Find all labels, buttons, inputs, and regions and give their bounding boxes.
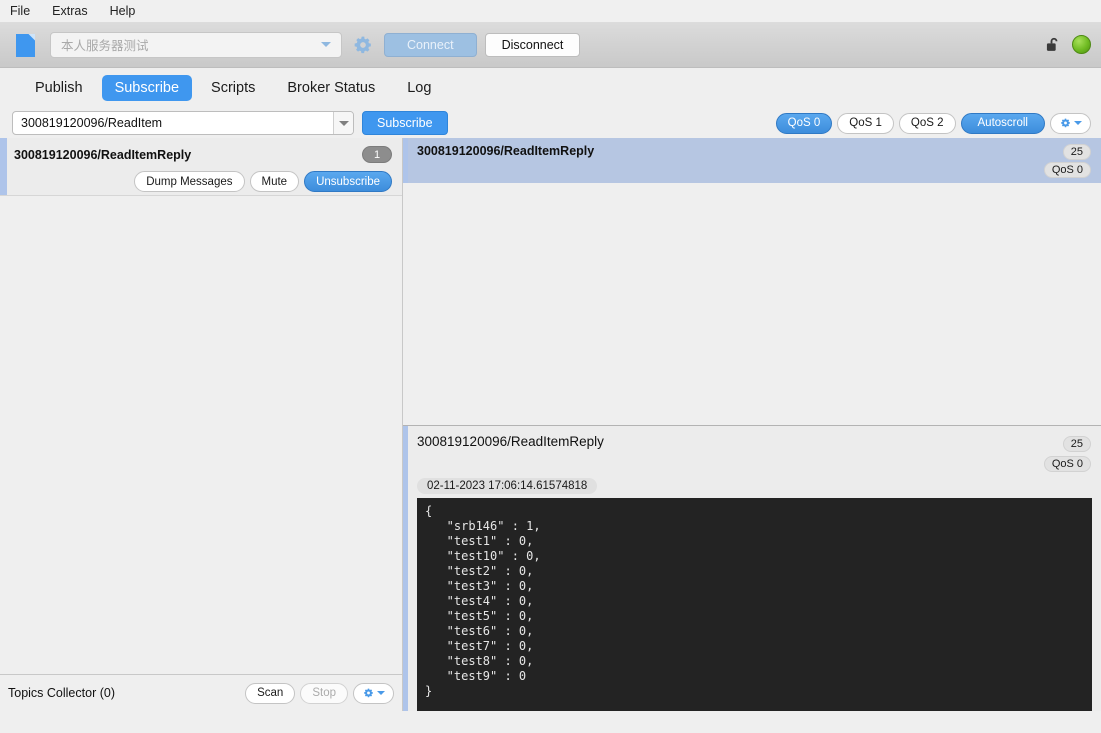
subscription-message-count: 1: [362, 146, 392, 163]
message-qos-badge: QoS 0: [1043, 456, 1091, 472]
main-tab-bar: Publish Subscribe Scripts Broker Status …: [0, 68, 1101, 108]
menu-item-help[interactable]: Help: [110, 4, 136, 18]
tab-broker-status[interactable]: Broker Status: [274, 75, 388, 101]
topics-collector-options-button[interactable]: [353, 682, 394, 704]
connected-status-dot: [1072, 35, 1091, 54]
message-payload-viewer[interactable]: { "srb146" : 1, "test1" : 0, "test10" : …: [417, 498, 1092, 711]
chevron-down-icon: [338, 120, 349, 126]
messages-pane: 300819120096/ReadItemReply 25 QoS 0 3008…: [403, 138, 1101, 711]
broker-profile-combobox[interactable]: 本人服务器测试: [50, 31, 342, 58]
topics-collector-bar: Topics Collector (0) Scan Stop: [0, 674, 402, 711]
broker-profile-value: 本人服务器测试: [61, 39, 149, 53]
subscribe-button[interactable]: Subscribe: [362, 111, 448, 135]
new-file-icon[interactable]: [14, 32, 36, 58]
message-list[interactable]: 300819120096/ReadItemReply 25 QoS 0: [403, 138, 1101, 426]
subscribe-workspace: 300819120096/ReadItemReply 1 Dump Messag…: [0, 138, 1101, 711]
chevron-down-icon: [1074, 121, 1082, 125]
message-list-row[interactable]: 300819120096/ReadItemReply 25 QoS 0: [403, 138, 1101, 183]
connection-toolbar: 本人服务器测试 Connect Disconnect: [0, 22, 1101, 68]
stop-button: Stop: [300, 682, 348, 704]
qos-1-button[interactable]: QoS 1: [837, 112, 894, 134]
message-size-badge: 25: [1062, 436, 1091, 452]
subscribe-options-button[interactable]: [1050, 112, 1091, 134]
subscription-topic: 300819120096/ReadItemReply: [14, 147, 192, 162]
qos-2-button[interactable]: QoS 2: [898, 112, 956, 134]
subscribe-options-group: QoS 0 QoS 1 QoS 2 Autoscroll: [775, 108, 1091, 138]
message-detail-header: 300819120096/ReadItemReply 25 QoS 0: [403, 426, 1101, 478]
chevron-down-icon[interactable]: [321, 42, 331, 47]
message-qos-badge: QoS 0: [1043, 162, 1091, 178]
gear-icon[interactable]: [353, 35, 373, 55]
topic-history-dropdown[interactable]: [333, 112, 353, 134]
connection-status-group: [1044, 22, 1091, 67]
scan-button[interactable]: Scan: [245, 682, 296, 704]
dump-messages-button[interactable]: Dump Messages: [134, 171, 245, 192]
connect-button[interactable]: Connect: [384, 32, 477, 57]
topics-collector-title: Topics Collector (0): [8, 686, 115, 700]
tab-publish[interactable]: Publish: [22, 75, 96, 101]
message-size-badge: 25: [1062, 144, 1091, 160]
qos-0-button[interactable]: QoS 0: [775, 112, 833, 134]
chevron-down-icon: [377, 691, 385, 695]
subscription-item[interactable]: 300819120096/ReadItemReply 1 Dump Messag…: [0, 138, 402, 196]
gear-dropdown-icon: [364, 688, 373, 697]
tab-scripts[interactable]: Scripts: [198, 75, 268, 101]
unlocked-padlock-icon[interactable]: [1044, 35, 1064, 55]
gear-dropdown-icon: [1061, 118, 1070, 127]
tab-log[interactable]: Log: [394, 75, 444, 101]
message-payload-text: { "srb146" : 1, "test1" : 0, "test10" : …: [425, 504, 541, 698]
subscription-list[interactable]: 300819120096/ReadItemReply 1 Dump Messag…: [0, 138, 402, 674]
message-detail-topic: 300819120096/ReadItemReply: [417, 434, 604, 449]
menu-bar: File Extras Help: [0, 0, 1101, 22]
menu-item-extras[interactable]: Extras: [52, 4, 87, 18]
message-topic: 300819120096/ReadItemReply: [417, 144, 595, 158]
message-detail-meta: 02-11-2023 17:06:14.61574818: [403, 478, 1101, 498]
message-timestamp: 02-11-2023 17:06:14.61574818: [417, 478, 598, 494]
selection-stripe: [0, 138, 7, 195]
unsubscribe-button[interactable]: Unsubscribe: [304, 171, 392, 192]
subscribe-toolbar: 300819120096/ReadItem Subscribe QoS 0 Qo…: [0, 108, 1101, 138]
selection-stripe: [403, 426, 408, 711]
subscriptions-pane: 300819120096/ReadItemReply 1 Dump Messag…: [0, 138, 403, 711]
autoscroll-toggle[interactable]: Autoscroll: [960, 112, 1045, 134]
subscribe-topic-value: 300819120096/ReadItem: [21, 116, 163, 130]
menu-item-file[interactable]: File: [10, 4, 30, 18]
mute-button[interactable]: Mute: [249, 171, 300, 192]
message-detail-pane: 300819120096/ReadItemReply 25 QoS 0 02-1…: [403, 426, 1101, 711]
disconnect-button[interactable]: Disconnect: [484, 32, 581, 57]
selection-stripe: [403, 138, 408, 183]
tab-subscribe[interactable]: Subscribe: [101, 75, 193, 101]
subscribe-topic-combobox[interactable]: 300819120096/ReadItem: [12, 111, 354, 135]
